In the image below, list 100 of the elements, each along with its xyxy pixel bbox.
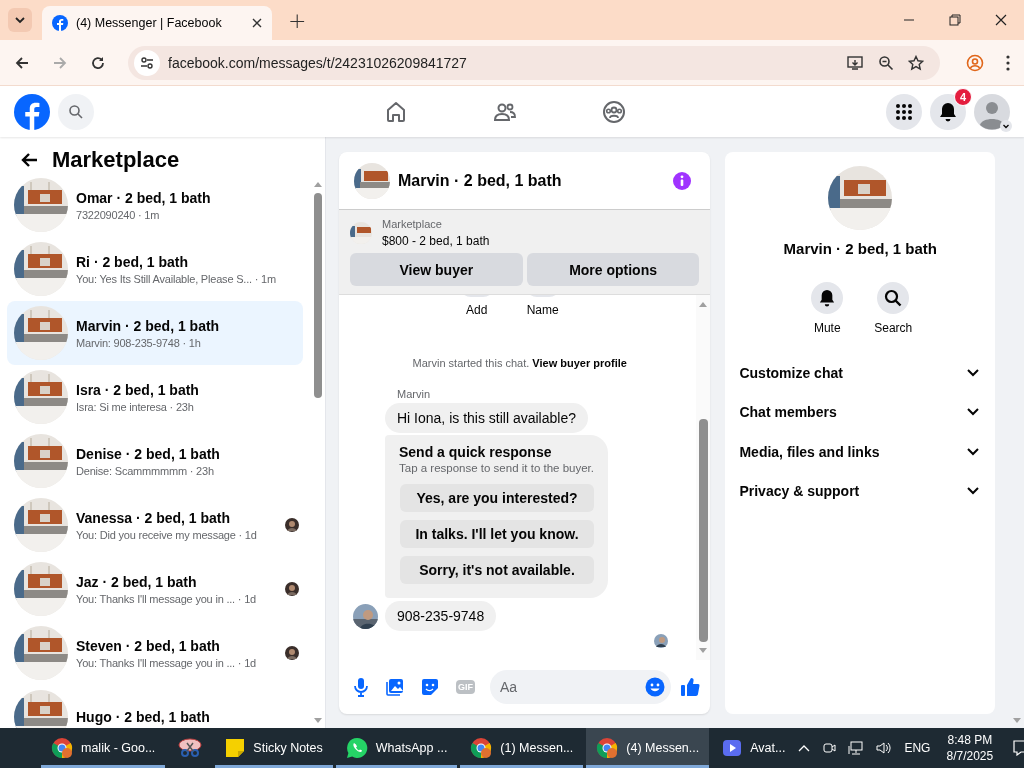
back-icon[interactable] bbox=[20, 152, 38, 168]
install-icon[interactable] bbox=[846, 53, 864, 72]
close-icon[interactable] bbox=[995, 14, 1007, 26]
conversation-name: Omar · 2 bed, 1 bath bbox=[76, 189, 211, 206]
groups-icon[interactable] bbox=[602, 99, 626, 124]
section-header[interactable]: Privacy & support bbox=[725, 471, 996, 511]
browser-tab[interactable]: (4) Messenger | Facebook bbox=[42, 6, 272, 40]
message-bubble: 908-235-9748 bbox=[385, 601, 497, 631]
quick-reply-button[interactable]: Sorry, it's not available. bbox=[400, 556, 594, 584]
new-tab-button[interactable]: + bbox=[284, 7, 311, 33]
sidebar-title: Marketplace bbox=[52, 147, 180, 173]
quick-response-title: Send a quick response bbox=[399, 444, 553, 460]
back-icon[interactable] bbox=[14, 54, 30, 71]
volume-icon[interactable] bbox=[876, 741, 893, 755]
system-message: Marvin started this chat. View buyer profile bbox=[411, 357, 628, 369]
action-label: Add bbox=[466, 303, 488, 317]
bell-icon bbox=[819, 289, 836, 307]
chat-title: Marvin · 2 bed, 1 bath bbox=[398, 171, 562, 190]
section-header[interactable]: Chat members bbox=[725, 392, 996, 432]
menu-icon[interactable] bbox=[1006, 54, 1010, 71]
view-buyer-profile-link[interactable]: View buyer profile bbox=[532, 357, 627, 369]
bell-icon bbox=[939, 101, 957, 122]
message-preview: You: Yes Its Still Available, Please S... · 1m bbox=[76, 272, 276, 285]
message-preview: Marvin: 908-235-9748 · 1h bbox=[76, 336, 201, 349]
quick-reply-button[interactable]: Yes, are you interested? bbox=[400, 484, 594, 512]
listing-button[interactable]: View buyer bbox=[350, 253, 523, 286]
chevron-up-icon[interactable] bbox=[798, 744, 811, 752]
section-header[interactable]: Customize chat bbox=[725, 353, 996, 393]
network-icon[interactable] bbox=[848, 741, 865, 755]
listing-label: Marketplace bbox=[382, 218, 443, 230]
facebook-icon bbox=[52, 15, 68, 31]
taskbar-button[interactable]: WhatsApp ... bbox=[335, 728, 458, 768]
conversation-item[interactable]: Marvin · 2 bed, 1 bath Marvin: 908-235-9748 · 1h bbox=[7, 301, 303, 365]
conversation-name: Ri · 2 bed, 1 bath bbox=[76, 253, 188, 270]
action-label: Search bbox=[874, 321, 913, 335]
taskbar-button[interactable]: (4) Messen... bbox=[586, 728, 710, 768]
conversation-name: Vanessa · 2 bed, 1 bath bbox=[76, 509, 231, 526]
clock-date[interactable]: 8/7/2025 bbox=[946, 748, 994, 764]
scroll-down-icon[interactable] bbox=[314, 718, 322, 724]
quick-reply-button[interactable]: In talks. I'll let you know. bbox=[400, 520, 594, 548]
action-button[interactable] bbox=[811, 282, 844, 314]
notifications-button[interactable] bbox=[930, 93, 966, 130]
conversation-item[interactable]: Vanessa · 2 bed, 1 bath You: Did you receive my message · 1d bbox=[7, 493, 303, 557]
restore-icon[interactable] bbox=[949, 14, 961, 26]
search-button[interactable] bbox=[58, 93, 94, 130]
info-icon[interactable] bbox=[672, 170, 693, 191]
conversation-name: Denise · 2 bed, 1 bath bbox=[76, 445, 220, 462]
scroll-up-icon[interactable] bbox=[314, 181, 322, 187]
close-icon[interactable] bbox=[252, 18, 262, 28]
scroll-thumb[interactable] bbox=[698, 419, 708, 642]
conversation-name: Hugo · 2 bed, 1 bath bbox=[76, 709, 210, 725]
address-field[interactable]: facebook.com/messages/t/24231026209841727 bbox=[128, 45, 940, 80]
caret-icon[interactable] bbox=[1000, 119, 1012, 132]
video-icon bbox=[722, 738, 743, 758]
notification-badge: 4 bbox=[954, 87, 972, 106]
conversation-item[interactable]: Omar · 2 bed, 1 bath 7322090240 · 1m bbox=[7, 173, 303, 237]
conversation-name: Isra · 2 bed, 1 bath bbox=[76, 381, 199, 398]
taskbar-button[interactable]: (1) Messen... bbox=[460, 728, 584, 768]
taskbar-button[interactable]: Sticky Notes bbox=[215, 728, 333, 768]
zoom-icon[interactable] bbox=[878, 54, 894, 71]
profile-icon[interactable] bbox=[966, 53, 984, 72]
browser-icon bbox=[596, 737, 619, 759]
home-icon[interactable] bbox=[384, 99, 408, 124]
conversation-item[interactable]: Steven · 2 bed, 1 bath You: Thanks I'll message you in ... · 1d bbox=[7, 621, 303, 685]
message-input[interactable]: Aa bbox=[490, 670, 672, 704]
conversation-item[interactable]: Denise · 2 bed, 1 bath Denise: Scammmmmm · 23h bbox=[7, 429, 303, 493]
facebook-logo[interactable] bbox=[14, 93, 50, 130]
language-indicator[interactable]: ENG bbox=[904, 741, 931, 755]
message-preview: 7322090240 · 1m bbox=[76, 208, 160, 221]
star-icon[interactable] bbox=[908, 54, 924, 71]
tab-list-button[interactable] bbox=[8, 8, 32, 32]
section-header[interactable]: Media, files and links bbox=[725, 432, 996, 472]
conversation-item[interactable]: Ri · 2 bed, 1 bath You: Yes Its Still Available, Please S... · 1m bbox=[7, 237, 303, 301]
conversation-item[interactable]: Jaz · 2 bed, 1 bath You: Thanks I'll message you in ... · 1d bbox=[7, 557, 303, 621]
menu-button[interactable] bbox=[886, 93, 922, 130]
thumbs-up-icon[interactable] bbox=[680, 677, 701, 697]
image-icon[interactable] bbox=[386, 678, 404, 696]
quick-response-subtitle: Tap a response to send it to the buyer. bbox=[399, 462, 594, 474]
sticker-icon[interactable] bbox=[421, 678, 439, 696]
reload-icon[interactable] bbox=[90, 54, 106, 71]
action-button[interactable] bbox=[877, 282, 910, 314]
site-settings-icon[interactable] bbox=[134, 49, 160, 76]
chevron-down-icon bbox=[14, 14, 26, 26]
taskbar-button[interactable]: Avat... bbox=[712, 728, 796, 768]
message-preview: You: Did you receive my message · 1d bbox=[76, 528, 257, 541]
emoji-icon[interactable] bbox=[645, 677, 666, 697]
clock-time[interactable]: 8:48 PM bbox=[947, 732, 993, 748]
action-label: Name bbox=[526, 303, 559, 317]
scroll-thumb[interactable] bbox=[314, 193, 322, 398]
camera-icon[interactable] bbox=[822, 741, 837, 755]
conversation-item[interactable]: Isra · 2 bed, 1 bath Isra: Si me interesa · 23h bbox=[7, 365, 303, 429]
taskbar-button[interactable]: malik - Goo... bbox=[41, 728, 166, 768]
message-bubble: Hi Iona, is this still available? bbox=[385, 403, 588, 433]
conversation-name: Jaz · 2 bed, 1 bath bbox=[76, 573, 197, 590]
browser-icon bbox=[51, 737, 73, 759]
sender-name: Marvin bbox=[397, 388, 431, 400]
sticky-note-icon bbox=[225, 738, 246, 758]
listing-button[interactable]: More options bbox=[526, 253, 700, 286]
microphone-icon[interactable] bbox=[353, 677, 369, 697]
search-icon bbox=[68, 103, 84, 120]
